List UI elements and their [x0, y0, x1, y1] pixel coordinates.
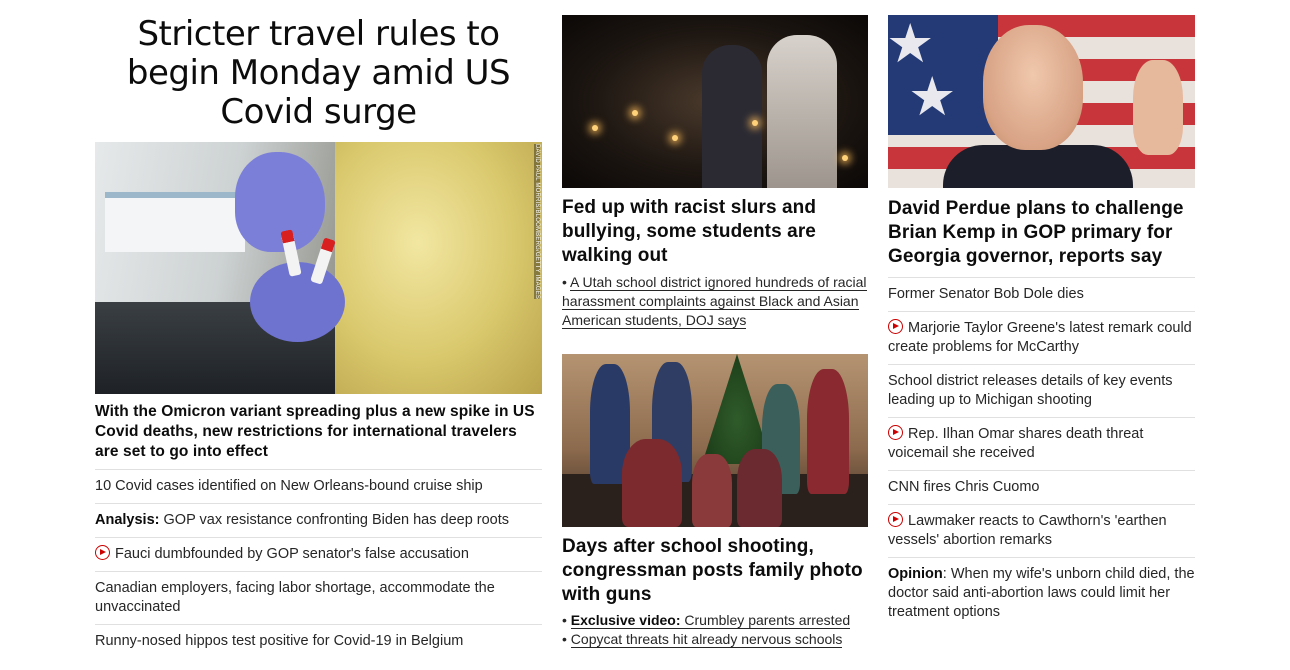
list-item[interactable]: Lawmaker reacts to Cawthorn's 'earthen v… [888, 505, 1195, 558]
analysis-label: Analysis: [95, 512, 160, 528]
list-item[interactable]: 10 Covid cases identified on New Orleans… [95, 470, 542, 504]
exclusive-video-label: Exclusive video: [570, 612, 681, 628]
list-item[interactable]: Marjorie Taylor Greene's latest remark c… [888, 312, 1195, 365]
perdue-headline[interactable]: David Perdue plans to challenge Brian Ke… [888, 197, 1195, 269]
congressman-bullet[interactable]: • Exclusive video: Crumbley parents arre… [562, 611, 868, 630]
video-play-icon [888, 512, 903, 527]
list-item[interactable]: Runny-nosed hippos test positive for Cov… [95, 625, 542, 658]
photo-credit: DAVID PAUL MORRIS/BLOOMBERG/GETTY IMAGES [534, 144, 540, 300]
middle-column: Fed up with racist slurs and bullying, s… [562, 0, 868, 649]
students-headline[interactable]: Fed up with racist slurs and bullying, s… [562, 196, 868, 268]
opinion-label: Opinion [888, 566, 943, 582]
lead-image[interactable]: DAVID PAUL MORRIS/BLOOMBERG/GETTY IMAGES [95, 142, 542, 394]
list-item[interactable]: Opinion: When my wife's unborn child die… [888, 558, 1195, 629]
list-item[interactable]: Former Senator Bob Dole dies [888, 278, 1195, 312]
lead-column: Stricter travel rules to begin Monday am… [95, 0, 542, 658]
list-item[interactable]: Analysis: GOP vax resistance confronting… [95, 504, 542, 538]
lead-related-list: 10 Covid cases identified on New Orleans… [95, 469, 542, 658]
list-item[interactable]: Canadian employers, facing labor shortag… [95, 572, 542, 625]
list-item[interactable]: School district releases details of key … [888, 365, 1195, 418]
congressman-headline[interactable]: Days after school shooting, congressman … [562, 535, 868, 607]
video-play-icon [888, 425, 903, 440]
lead-headline[interactable]: Stricter travel rules to begin Monday am… [95, 15, 542, 132]
video-play-icon [95, 545, 110, 560]
perdue-image[interactable]: ★ ★ [888, 15, 1195, 188]
video-play-icon [888, 319, 903, 334]
right-related-list: Former Senator Bob Dole dies Marjorie Ta… [888, 277, 1195, 629]
list-item[interactable]: Fauci dumbfounded by GOP senator's false… [95, 538, 542, 572]
congressman-bullet[interactable]: • Copycat threats hit already nervous sc… [562, 630, 868, 649]
list-item[interactable]: CNN fires Chris Cuomo [888, 471, 1195, 505]
students-vigil-image[interactable] [562, 15, 868, 188]
list-item[interactable]: Rep. Ilhan Omar shares death threat voic… [888, 418, 1195, 471]
right-column: ★ ★ David Perdue plans to challenge Bria… [888, 0, 1195, 629]
congressman-family-image[interactable] [562, 354, 868, 527]
students-bullet[interactable]: • A Utah school district ignored hundred… [562, 273, 868, 330]
lead-subheadline[interactable]: With the Omicron variant spreading plus … [95, 402, 542, 462]
